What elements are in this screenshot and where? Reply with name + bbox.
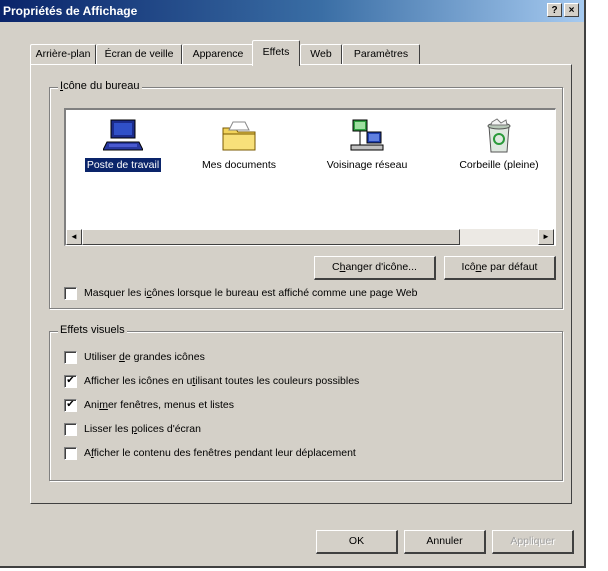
title-bar[interactable]: Propriétés de Affichage ? × [0,0,584,22]
visual-effects-group: Effets visuels Utiliser de grandes icône… [49,324,563,481]
large-icons-checkbox[interactable] [64,351,77,364]
icon-list-horizontal-scrollbar[interactable]: ◄ ► [66,229,554,245]
computer-icon [103,119,143,151]
scroll-left-icon[interactable]: ◄ [66,229,82,245]
scroll-right-icon[interactable]: ► [538,229,554,245]
tab-parametres[interactable]: Paramètres [342,44,420,64]
network-icon [350,119,384,151]
effects-tab-panel: Icône du bureau Poste de travail Mes doc… [30,64,572,504]
all-colors-icons-label: Afficher les icônes en utilisant toutes … [84,375,360,387]
cancel-button[interactable]: Annuler [404,530,486,554]
desktop-icon-list[interactable]: Poste de travail Mes documents Voisinage… [64,108,556,246]
tab-effets[interactable]: Effets [252,40,300,66]
display-properties-dialog: Propriétés de Affichage ? × Arrière-plan… [0,0,586,568]
hide-icons-web-option[interactable]: Masquer les icônes lorsque le bureau est… [64,286,554,302]
smooth-fonts-checkbox[interactable] [64,423,77,436]
animate-windows-checkbox[interactable]: ✔ [64,399,77,412]
desktop-icon-voisinage-reseau[interactable]: Voisinage réseau [312,118,422,172]
window-title: Propriétés de Affichage [3,4,138,18]
help-button[interactable]: ? [547,3,562,17]
hide-icons-label: Masquer les icônes lorsque le bureau est… [84,287,418,299]
animate-windows-option[interactable]: ✔ Animer fenêtres, menus et listes [64,398,554,414]
large-icons-label: Utiliser de grandes icônes [84,351,205,363]
show-window-contents-label: Afficher le contenu des fenêtres pendant… [84,447,356,459]
tab-ecran-de-veille[interactable]: Écran de veille [96,44,182,64]
scrollbar-thumb[interactable] [82,229,460,245]
close-button[interactable]: × [564,3,579,17]
smooth-fonts-label: Lisser les polices d'écran [84,423,201,435]
tab-arriere-plan[interactable]: Arrière-plan [30,44,96,64]
all-colors-icons-checkbox[interactable]: ✔ [64,375,77,388]
desktop-icons-group-label: Icône du bureau [58,80,142,92]
tab-apparence[interactable]: Apparence [182,44,254,64]
show-window-contents-option[interactable]: Afficher le contenu des fenêtres pendant… [64,446,554,462]
change-icon-button[interactable]: Changer d'icône... [314,256,436,280]
desktop-icon-corbeille[interactable]: Corbeille (pleine) [444,118,554,172]
show-window-contents-checkbox[interactable] [64,447,77,460]
ok-button[interactable]: OK [316,530,398,554]
tab-web[interactable]: Web [300,44,342,64]
folder-icon [222,121,256,151]
default-icon-button[interactable]: Icône par défaut [444,256,556,280]
animate-windows-label: Animer fenêtres, menus et listes [84,399,234,411]
hide-icons-checkbox[interactable] [64,287,77,300]
large-icons-option[interactable]: Utiliser de grandes icônes [64,350,554,366]
smooth-fonts-option[interactable]: Lisser les polices d'écran [64,422,554,438]
desktop-icon-mes-documents[interactable]: Mes documents [184,118,294,172]
all-colors-icons-option[interactable]: ✔ Afficher les icônes en utilisant toute… [64,374,554,390]
desktop-icon-poste-de-travail[interactable]: Poste de travail [68,118,178,173]
desktop-icons-group: Icône du bureau Poste de travail Mes doc… [49,80,563,309]
apply-button: Appliquer [492,530,574,554]
visual-effects-group-label: Effets visuels [58,324,127,336]
recycle-bin-full-icon [487,118,511,153]
